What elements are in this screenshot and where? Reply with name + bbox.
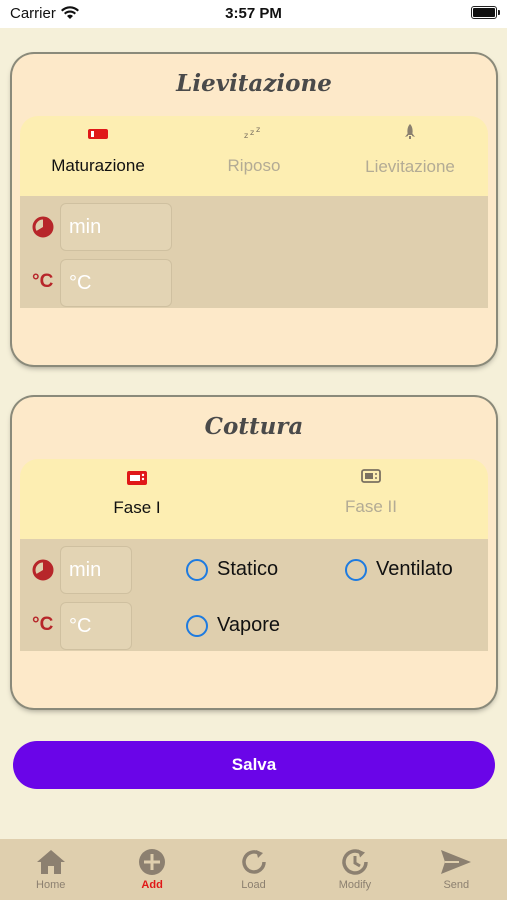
time-row: min Statico Ventilato <box>20 545 488 595</box>
svg-text:z: z <box>256 125 260 134</box>
tab-home[interactable]: Home <box>0 839 101 900</box>
bottom-tab-bar: Home Add Load Modify Send <box>0 839 507 900</box>
timer-icon <box>32 216 54 238</box>
battery-icon <box>471 6 500 19</box>
option-label: Ventilato <box>376 558 453 580</box>
fridge-icon <box>88 129 108 139</box>
celsius-icon: °C <box>32 614 54 635</box>
tab-label: Send <box>443 879 470 891</box>
time-input[interactable]: min <box>60 203 172 251</box>
home-icon <box>36 850 65 874</box>
option-label: Statico <box>217 558 279 580</box>
tab-label: Maturazione <box>51 156 145 175</box>
option-vapore[interactable]: Vapore <box>186 614 280 637</box>
oven-icon <box>127 471 147 485</box>
temperature-input[interactable]: °C <box>60 602 132 650</box>
radio-circle[interactable] <box>186 558 208 581</box>
tab-label: Lievitazione <box>365 157 455 176</box>
cottura-tabs: Fase I Fase II <box>20 459 488 539</box>
tab-lievitazione[interactable]: Lievitazione <box>332 116 488 196</box>
tab-modify[interactable]: Modify <box>304 839 405 900</box>
tab-maturazione[interactable]: Maturazione <box>20 116 176 196</box>
celsius-icon: °C <box>32 271 54 292</box>
radio-circle[interactable] <box>186 614 208 637</box>
tab-riposo[interactable]: z z z Riposo <box>176 116 332 196</box>
option-label: Vapore <box>217 614 281 636</box>
svg-text:z: z <box>244 131 248 140</box>
add-icon <box>139 849 166 875</box>
tab-send[interactable]: Send <box>406 839 507 900</box>
tab-label: Home <box>36 879 66 891</box>
sleep-icon: z z z <box>244 125 260 140</box>
tab-add[interactable]: Add <box>101 839 202 900</box>
cottura-title: Cottura <box>204 413 304 440</box>
tab-load[interactable]: Load <box>203 839 304 900</box>
temperature-input[interactable]: °C <box>60 259 172 307</box>
tab-label: Riposo <box>227 156 281 175</box>
tab-label: Add <box>141 879 163 891</box>
tab-label: Load <box>241 879 266 891</box>
lievitazione-title: Lievitazione <box>176 70 332 97</box>
save-button[interactable]: Salva <box>13 741 495 789</box>
tab-label: Fase I <box>113 498 161 517</box>
load-icon <box>241 850 266 874</box>
radio-circle[interactable] <box>345 558 367 581</box>
lievitazione-tabs: Maturazione z z z Riposo Lievitazione <box>20 116 488 196</box>
option-statico[interactable]: Statico <box>186 558 278 581</box>
tab-fase-2[interactable]: Fase II <box>254 459 488 539</box>
status-bar: Carrier 3:57 PM <box>0 0 507 28</box>
clock: 3:57 PM <box>225 5 282 22</box>
tab-label: Fase II <box>345 497 397 516</box>
timer-icon <box>32 559 54 581</box>
temperature-row: °C °C Vapore <box>20 601 488 651</box>
rocket-icon <box>405 124 415 139</box>
send-icon <box>441 850 472 874</box>
svg-text:z: z <box>250 128 254 137</box>
tab-label: Modify <box>338 879 372 891</box>
temperature-row: °C °C <box>20 258 488 308</box>
cottura-panel: min Statico Ventilato °C °C Vapore <box>20 539 488 651</box>
option-ventilato[interactable]: Ventilato <box>345 558 453 581</box>
cottura-card: Cottura Fase I Fase II min Statico Venti… <box>12 397 496 708</box>
time-input[interactable]: min <box>60 546 132 594</box>
time-row: min <box>20 202 488 252</box>
modify-icon <box>342 849 368 875</box>
lievitazione-panel: min °C °C <box>20 196 488 308</box>
lievitazione-card: Lievitazione Maturazione z z z Riposo Li… <box>12 54 496 365</box>
microwave-icon <box>361 469 381 483</box>
tab-fase-1[interactable]: Fase I <box>20 459 254 539</box>
